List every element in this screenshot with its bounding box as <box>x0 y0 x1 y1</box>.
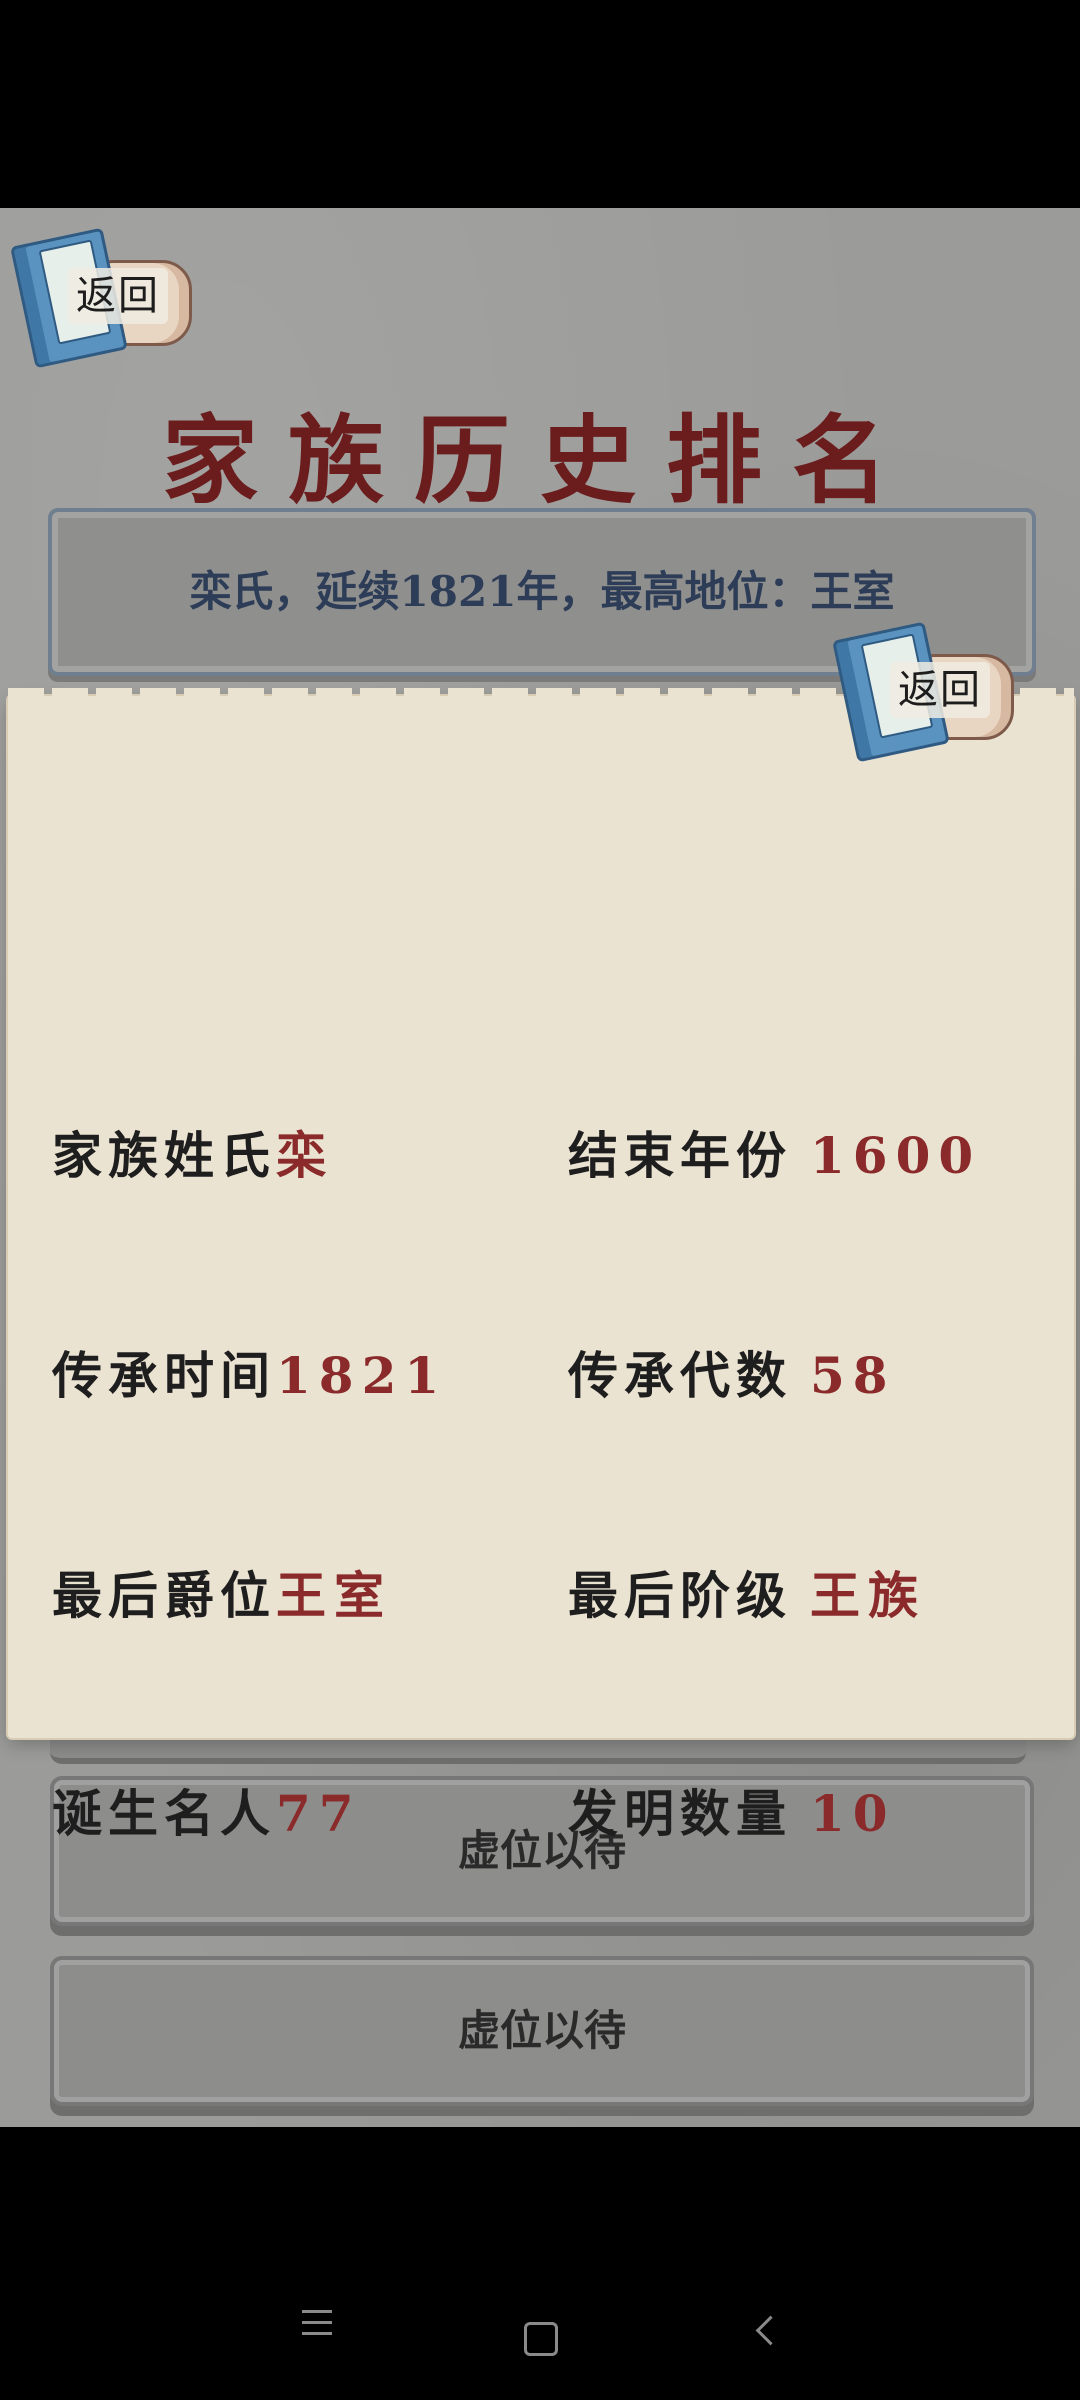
stat-last-class-label: 最后阶级 <box>568 1566 792 1625</box>
stat-duration-value: 1821 <box>276 1346 448 1405</box>
back-button-label: 返回 <box>68 268 168 324</box>
family-detail-popup: 返回 家族姓氏栾 结束年份 1600 传承时间1821 传承代数 58 最后爵位王室… <box>8 621 1074 1843</box>
stat-end-year-value: 1600 <box>810 1126 982 1185</box>
page-title: 家族历史排名 <box>162 404 918 517</box>
back-button[interactable]: 返回 <box>10 227 194 370</box>
stat-last-title-label: 最后爵位 <box>52 1566 276 1625</box>
stat-last-title-value: 王室 <box>276 1566 392 1625</box>
stat-duration-label: 传承时间 <box>52 1346 276 1405</box>
stat-end-year: 结束年份 1600 <box>568 1116 981 1188</box>
popup-back-button[interactable]: 返回 <box>832 621 1016 764</box>
stat-duration: 传承时间1821 <box>52 1336 447 1408</box>
stat-last-class-value: 王族 <box>810 1566 926 1625</box>
navigation-bar <box>0 2127 1080 2400</box>
stat-surname-value: 栾 <box>276 1126 334 1185</box>
home-icon[interactable] <box>524 2322 558 2356</box>
stat-inventions: 发明数量 10 <box>568 1774 896 1846</box>
stat-celebrities: 诞生名人77 <box>52 1774 362 1846</box>
stat-celebrities-value: 77 <box>276 1784 362 1843</box>
menu-icon[interactable] <box>302 2310 332 2336</box>
popup-back-label: 返回 <box>890 662 990 718</box>
stat-inventions-value: 10 <box>810 1784 896 1843</box>
stat-inventions-label: 发明数量 <box>568 1784 792 1843</box>
stat-last-title: 最后爵位王室 <box>52 1556 392 1628</box>
status-bar <box>0 0 1080 208</box>
empty-slot-2[interactable]: 虚位以待 <box>50 1956 1034 2106</box>
game-area: 返回 家族历史排名 栾氏，延续1821年，最高地位：王室 虚位以待 虚位以待 返… <box>0 208 1080 2127</box>
stat-generations: 传承代数 58 <box>568 1336 896 1408</box>
stat-end-year-label: 结束年份 <box>568 1126 792 1185</box>
stat-generations-label: 传承代数 <box>568 1346 792 1405</box>
stat-generations-value: 58 <box>810 1346 896 1405</box>
stat-last-class: 最后阶级 王族 <box>568 1556 926 1628</box>
stat-surname: 家族姓氏栾 <box>52 1116 334 1188</box>
stat-celebrities-label: 诞生名人 <box>52 1784 276 1843</box>
stat-surname-label: 家族姓氏 <box>52 1126 276 1185</box>
